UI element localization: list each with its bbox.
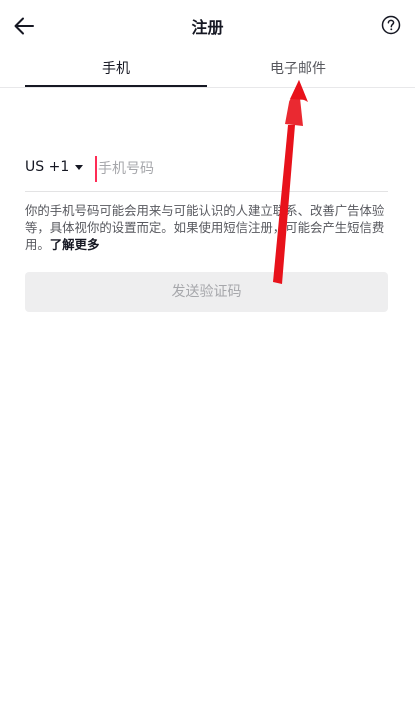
- learn-more-link[interactable]: 了解更多: [50, 237, 100, 252]
- tab-email[interactable]: 电子邮件: [207, 58, 389, 88]
- signup-method-tabs: 手机 电子邮件: [0, 52, 415, 88]
- country-code-select[interactable]: US +1: [25, 159, 84, 175]
- page-title: 注册: [191, 18, 224, 37]
- help-button[interactable]: [381, 15, 401, 35]
- phone-number-row: US +1: [25, 152, 388, 192]
- send-code-button[interactable]: 发送验证码: [25, 272, 388, 312]
- phone-number-input[interactable]: [95, 156, 385, 182]
- tab-phone[interactable]: 手机: [25, 58, 207, 88]
- question-circle-icon: [381, 15, 401, 35]
- country-code-label: US +1: [25, 159, 70, 175]
- annotation-arrow: [273, 80, 308, 284]
- caret-down-icon: [75, 164, 84, 170]
- active-tab-indicator: [25, 85, 207, 87]
- privacy-notice: 你的手机号码可能会用来与可能认识的人建立联系、改善广告体验等，具体视你的设置而定…: [25, 202, 387, 253]
- top-bar: 注册: [0, 0, 415, 52]
